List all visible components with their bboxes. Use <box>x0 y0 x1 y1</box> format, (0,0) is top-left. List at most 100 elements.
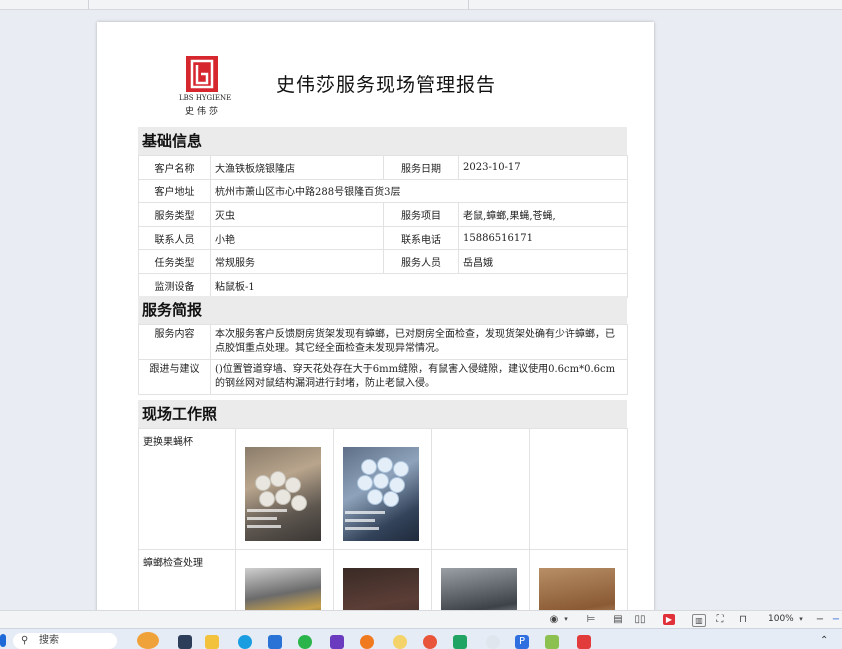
follow-up-label: 跟进与建议 <box>138 359 211 395</box>
customer-address-label: 客户地址 <box>138 178 211 204</box>
fullscreen-icon[interactable]: ⛶ <box>714 614 726 625</box>
customer-name-value: 大渔铁板烧银隆店 <box>210 155 384 180</box>
section-service-brief-heading: 服务简报 <box>142 301 203 319</box>
app-icon-white[interactable] <box>486 635 500 649</box>
zoom-level[interactable]: 100% <box>768 614 794 624</box>
photo-cell <box>333 428 432 550</box>
table-row: 联系人员 小艳 联系电话 15886516171 <box>138 225 628 251</box>
photo-cell <box>431 549 530 610</box>
zoom-slider-icon[interactable]: − <box>830 614 842 625</box>
photo-row-label: 更换果蝇杯 <box>138 428 236 550</box>
taskbar: ⚲ 搜索 P ⌃ <box>0 628 842 649</box>
zoom-out-icon[interactable]: − <box>814 614 826 625</box>
table-row: 客户地址 杭州市萧山区市心中路288号银隆百货3层 <box>138 178 628 204</box>
widgets-icon[interactable] <box>137 632 159 649</box>
task-type-value: 常规服务 <box>210 249 384 274</box>
photo-cell <box>235 549 334 610</box>
task-type-label: 任务类型 <box>138 249 211 274</box>
service-content-label: 服务内容 <box>138 324 211 360</box>
follow-up-value: ()位置管道穿墙、穿天花处存在大于6mm缝隙，有鼠害入侵缝隙，建议使用0.6cm… <box>210 359 628 395</box>
wechat-icon[interactable] <box>298 635 312 649</box>
start-icon[interactable] <box>0 634 6 647</box>
file-explorer-icon[interactable] <box>205 635 219 649</box>
store-icon[interactable] <box>268 635 282 649</box>
document-viewer[interactable]: LBS HYGIENE 史伟莎 史伟莎服务现场管理报告 基础信息 客户名称 大渔… <box>0 10 842 610</box>
window-icon[interactable]: ⊓ <box>737 614 749 625</box>
app-icon-p[interactable]: P <box>515 635 529 649</box>
photo-cockroach-check-3[interactable] <box>441 568 517 610</box>
app-icon-green[interactable] <box>453 635 467 649</box>
play-icon[interactable]: ▶ <box>663 614 675 625</box>
table-row: 监测设备 粘鼠板-1 <box>138 272 628 298</box>
tray-chevron-icon[interactable]: ⌃ <box>820 635 828 646</box>
wps-icon[interactable] <box>577 635 591 649</box>
photo-fruit-fly-cups-1[interactable] <box>245 447 321 541</box>
basic-info-table: 客户名称 大渔铁板烧银隆店 服务日期 2023-10-17 客户地址 杭州市萧山… <box>138 155 628 298</box>
app-icon-purple[interactable] <box>330 635 344 649</box>
taskbar-search[interactable]: ⚲ 搜索 <box>13 633 117 649</box>
photo-cockroach-check-2[interactable] <box>343 568 419 610</box>
section-site-photos: 现场工作照 <box>138 400 627 428</box>
staff-label: 服务人员 <box>383 249 459 274</box>
service-type-label: 服务类型 <box>138 202 211 227</box>
service-date-value: 2023-10-17 <box>458 155 628 180</box>
report-page: LBS HYGIENE 史伟莎 史伟莎服务现场管理报告 基础信息 客户名称 大渔… <box>97 22 654 610</box>
single-page-icon[interactable]: ▤ <box>612 614 624 625</box>
photo-cell-empty <box>529 428 628 550</box>
service-date-label: 服务日期 <box>383 155 459 180</box>
table-row: 蟑螂检查处理 <box>138 549 628 610</box>
photo-cell <box>529 549 628 610</box>
phone-value: 15886516171 <box>458 225 628 251</box>
service-content-value: 本次服务客户反馈厨房货架发现有蟑螂，已对厨房全面检查，发现货架处确有少许蟑螂，已… <box>210 324 628 360</box>
contact-label: 联系人员 <box>138 225 211 251</box>
phone-label: 联系电话 <box>383 225 459 251</box>
customer-address-value: 杭州市萧山区市心中路288号银隆百货3层 <box>210 178 628 204</box>
section-service-brief: 服务简报 <box>138 296 627 324</box>
service-items-value: 老鼠,蟑螂,果蝇,苍蝇, <box>458 202 628 227</box>
search-icon: ⚲ <box>21 635 29 646</box>
photo-cockroach-check-4[interactable] <box>539 568 615 610</box>
service-brief-table: 服务内容 本次服务客户反馈厨房货架发现有蟑螂，已对厨房全面检查，发现货架处确有少… <box>138 324 628 395</box>
zoom-dropdown-icon[interactable]: ▾ <box>795 614 807 625</box>
app-icon-yellow[interactable] <box>393 635 407 649</box>
logo-brand-text: LBS HYGIENE <box>179 94 232 102</box>
contact-value: 小艳 <box>210 225 384 251</box>
logo-mark-icon <box>186 56 218 92</box>
chevron-down-icon[interactable]: ▾ <box>560 614 572 625</box>
search-label: 搜索 <box>39 635 59 646</box>
section-basic-info-heading: 基础信息 <box>142 132 203 150</box>
app-icon-orange[interactable] <box>360 635 374 649</box>
window-top-strip <box>0 0 842 10</box>
table-row: 服务内容 本次服务客户反馈厨房货架发现有蟑螂，已对厨房全面检查，发现货架处确有少… <box>138 324 628 360</box>
site-photos-table: 更换果蝇杯 蟑螂检查处理 <box>138 428 628 610</box>
photo-fruit-fly-cups-2[interactable] <box>343 447 419 541</box>
section-site-photos-heading: 现场工作照 <box>142 405 218 423</box>
edge-icon[interactable] <box>238 635 252 649</box>
task-view-icon[interactable] <box>178 635 192 649</box>
logo-chinese-text: 史伟莎 <box>184 107 221 117</box>
equipment-label: 监测设备 <box>138 272 211 298</box>
customer-name-label: 客户名称 <box>138 155 211 180</box>
company-logo: LBS HYGIENE 史伟莎 <box>179 56 232 120</box>
chrome-icon[interactable] <box>423 635 437 649</box>
app-icon-notes[interactable] <box>545 635 559 649</box>
top-tab-divider <box>0 0 89 9</box>
viewer-status-bar: ◉ ▾ ⊨ ▤ ▯▯ ▶ ▥ ⛶ ⊓ 100% ▾ − − <box>0 610 842 629</box>
top-tab-divider <box>88 0 469 9</box>
eye-icon[interactable]: ◉ <box>548 614 560 625</box>
fit-page-icon[interactable]: ⊨ <box>585 614 597 625</box>
photo-cockroach-check-1[interactable] <box>245 568 321 610</box>
photo-row-label: 蟑螂检查处理 <box>138 549 236 610</box>
staff-value: 岳昌娥 <box>458 249 628 274</box>
section-basic-info: 基础信息 <box>138 127 627 155</box>
read-mode-icon[interactable]: ▥ <box>692 614 706 627</box>
equipment-value: 粘鼠板-1 <box>210 272 628 298</box>
two-page-icon[interactable]: ▯▯ <box>634 614 646 625</box>
service-items-label: 服务项目 <box>383 202 459 227</box>
table-row: 服务类型 灭虫 服务项目 老鼠,蟑螂,果蝇,苍蝇, <box>138 202 628 227</box>
table-row: 跟进与建议 ()位置管道穿墙、穿天花处存在大于6mm缝隙，有鼠害入侵缝隙，建议使… <box>138 359 628 395</box>
photo-cell <box>333 549 432 610</box>
table-row: 更换果蝇杯 <box>138 428 628 550</box>
photo-cell-empty <box>431 428 530 550</box>
photo-cell <box>235 428 334 550</box>
